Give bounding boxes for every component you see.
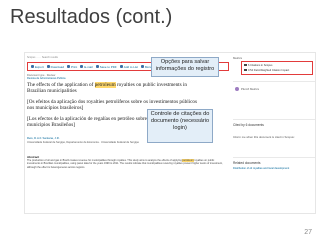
print-icon bbox=[67, 65, 71, 68]
title-text: The effects of the application of bbox=[27, 82, 95, 88]
email-icon bbox=[80, 65, 84, 68]
citations-icon bbox=[244, 64, 247, 67]
toolbar-print[interactable]: Print bbox=[67, 65, 77, 69]
related-documents-heading: Related documents bbox=[233, 161, 261, 165]
title-highlight: petroleum bbox=[94, 82, 116, 88]
metric-text: 6 Citations in Scopus bbox=[248, 64, 273, 67]
metric-fwci[interactable]: 0.54 Field-Weighted Citation Impact bbox=[244, 69, 289, 72]
toolbar-download[interactable]: Download bbox=[46, 64, 65, 69]
divider bbox=[233, 81, 315, 82]
article-title: The effects of the application of petrol… bbox=[27, 82, 205, 94]
divider bbox=[233, 157, 315, 158]
breadcrumb[interactable]: Scopus · ... · Search results bbox=[27, 56, 58, 59]
metrics-label: Metrics bbox=[233, 56, 243, 60]
callout-save-options: Opções para salvar informações do regist… bbox=[151, 57, 219, 77]
page-number: 27 bbox=[304, 229, 312, 236]
export-icon bbox=[31, 65, 34, 68]
toolbar-label: Print bbox=[71, 64, 78, 69]
author-links[interactable]: Reis, D.A.F. Santana, J.R. bbox=[27, 136, 60, 140]
source-title-link[interactable]: Revista de Administracao Publica bbox=[27, 77, 66, 80]
citation-metrics-box: 6 Citations in Scopus 0.54 Field-Weighte… bbox=[241, 61, 313, 75]
fwci-icon bbox=[244, 69, 247, 72]
related-document-link[interactable]: Distribution of oil royalties and local … bbox=[233, 167, 289, 170]
toolbar-add-list[interactable]: Add to List bbox=[119, 64, 138, 69]
metric-text: 0.54 Field-Weighted Citation Impact bbox=[248, 69, 290, 72]
metric-citations[interactable]: 6 Citations in Scopus bbox=[244, 64, 272, 67]
pdf-icon bbox=[95, 65, 99, 68]
scopus-record-screenshot: Scopus · ... · Search results Export Dow… bbox=[24, 52, 316, 214]
toolbar-label: Save to PDF bbox=[99, 64, 117, 69]
cited-by-heading: Cited by 6 documents bbox=[233, 123, 264, 127]
toolbar-export[interactable]: Export bbox=[31, 65, 44, 69]
toolbar-label: Add to List bbox=[123, 64, 138, 69]
toolbar-email[interactable]: E-mail bbox=[80, 65, 93, 69]
plumx-label[interactable]: PlumX Metrics bbox=[241, 87, 259, 91]
divider bbox=[233, 119, 315, 120]
toolbar-save-pdf[interactable]: Save to PDF bbox=[95, 64, 117, 69]
toolbar-label: E-mail bbox=[84, 64, 93, 69]
slide-title: Resultados (cont.) bbox=[10, 6, 173, 28]
plumx-icon bbox=[235, 87, 239, 91]
list-icon bbox=[119, 65, 123, 68]
download-icon bbox=[46, 65, 50, 68]
toolbar-label: Download bbox=[50, 64, 65, 69]
metrics-sidebar: Metrics 6 Citations in Scopus 0.54 Field… bbox=[231, 53, 315, 213]
abstract-text: The production of oil and gas in Brazil … bbox=[27, 159, 227, 169]
inform-me-text: Inform me when this document is cited in… bbox=[233, 135, 295, 139]
toolbar-label: Export bbox=[35, 64, 44, 69]
affiliations: Universidade Federal de Sergipe, Departa… bbox=[27, 141, 139, 144]
callout-citation-control: Controle de citações do documento (neces… bbox=[147, 109, 213, 143]
more-icon bbox=[140, 65, 144, 68]
